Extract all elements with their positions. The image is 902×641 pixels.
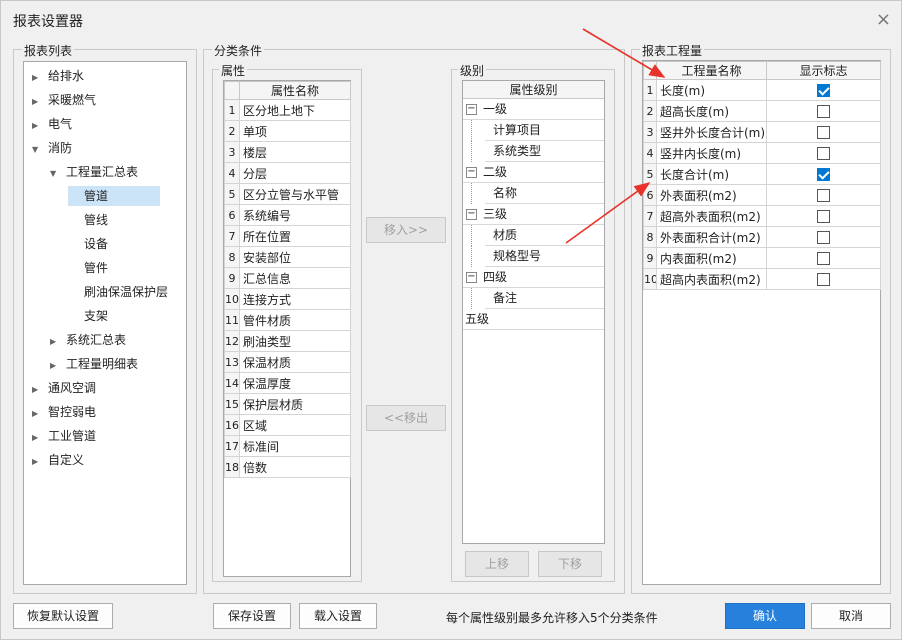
arrow-to-length-total [565,182,651,244]
arrow-to-quantity-header [582,28,666,78]
annotation-arrows [565,28,666,244]
report-settings-dialog: 报表设置器 × 报表列表 ▶ 给排水 ▶ 采暖燃气 ▶ 电气 ▼ 消防 ▼ 工程量汇总表 管道 管线设… [0,0,902,640]
